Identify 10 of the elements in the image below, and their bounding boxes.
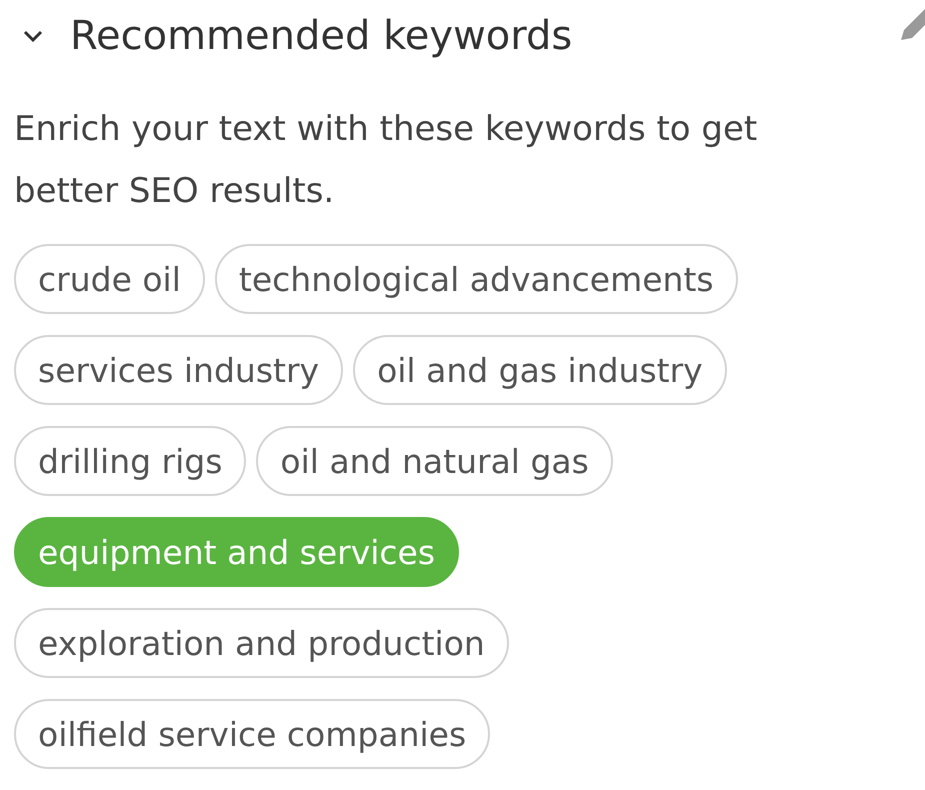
keyword-chip[interactable]: oil and natural gas: [256, 426, 613, 496]
keyword-chip[interactable]: services industry: [14, 335, 344, 405]
keyword-chip[interactable]: technological advancements: [214, 244, 738, 314]
keyword-chip[interactable]: crude oil: [14, 244, 205, 314]
keyword-chip[interactable]: oil and gas industry: [353, 335, 727, 405]
keyword-chip[interactable]: exploration and production: [14, 608, 509, 678]
description: Enrich your text with these keywords to get better SEO results.: [14, 108, 758, 213]
section-title: Recommended keywords: [70, 13, 572, 59]
keyword-chip[interactable]: drilling rigs: [14, 426, 246, 496]
keyword-chip[interactable]: oilfield service companies: [14, 699, 490, 769]
